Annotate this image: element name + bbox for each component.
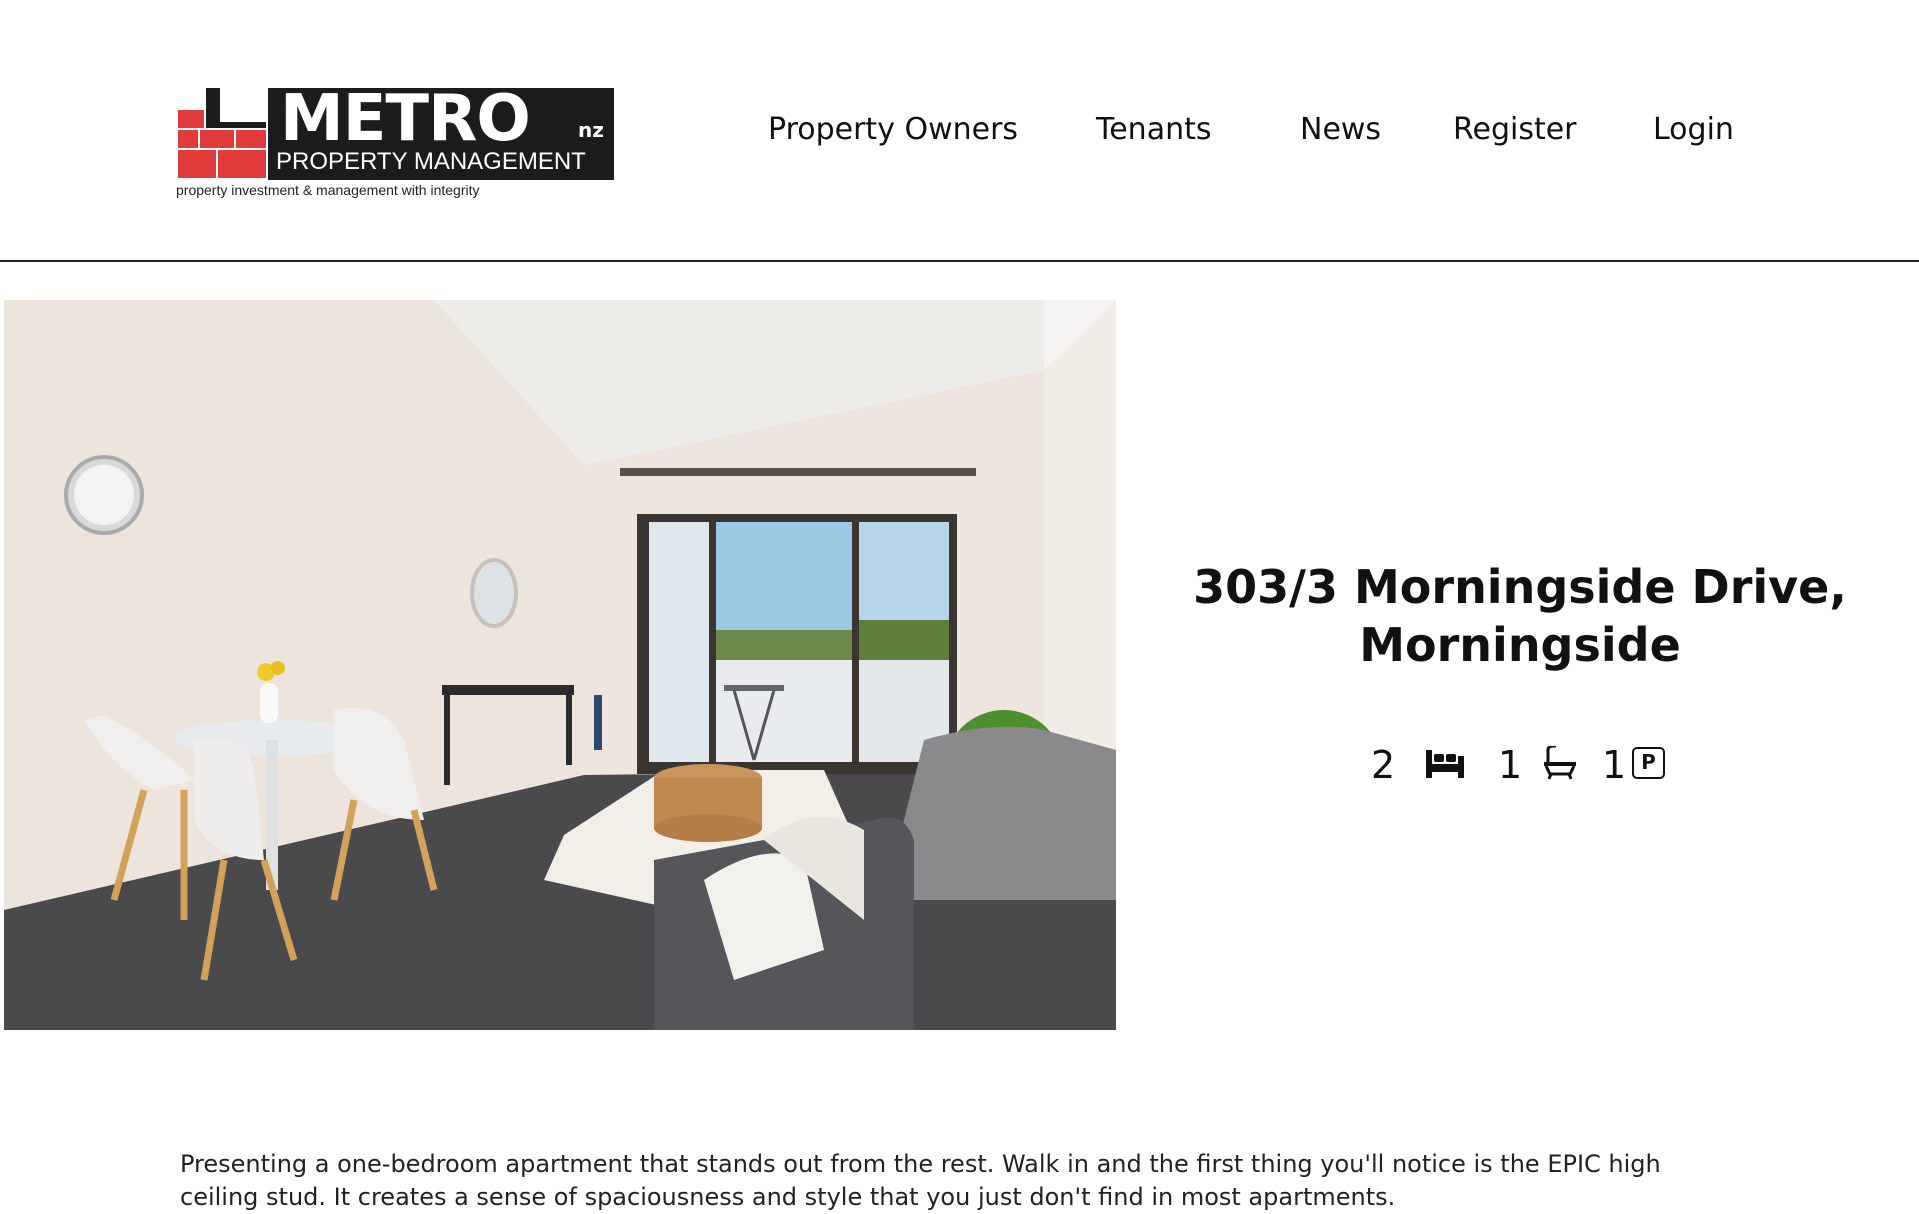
nav-item-news[interactable]: News — [1300, 112, 1381, 147]
nav-item-register[interactable]: Register — [1453, 112, 1577, 147]
property-description: Presenting a one-bedroom apartment that … — [180, 1150, 1661, 1211]
nav-item-property-owners[interactable]: Property Owners — [768, 112, 1018, 147]
property-features: 2 1 1 P — [1360, 740, 1690, 790]
bed-icon — [1426, 750, 1464, 778]
nav-item-tenants[interactable]: Tenants — [1096, 112, 1212, 147]
logo-tagline: property investment & management with in… — [176, 182, 480, 198]
bathrooms-count: 1 — [1498, 743, 1523, 787]
property-photo[interactable] — [4, 300, 1116, 1030]
living-room-image — [4, 300, 1116, 1030]
address-line2: Morningside — [1359, 618, 1681, 672]
bedrooms-count: 2 — [1371, 743, 1396, 787]
bath-icon — [1544, 746, 1576, 780]
parking-count: 1 — [1602, 743, 1627, 787]
address-line1: 303/3 Morningside Drive, — [1193, 560, 1847, 614]
nav-item-login[interactable]: Login — [1653, 112, 1734, 147]
site-header: METRO nz PROPERTY MANAGEMENT property in… — [0, 0, 1919, 262]
parking-icon: P — [1632, 747, 1665, 779]
property-address: 303/3 Morningside Drive, Morningside — [1160, 558, 1880, 674]
main-nav: Property Owners Tenants News Register Lo… — [0, 112, 1919, 156]
